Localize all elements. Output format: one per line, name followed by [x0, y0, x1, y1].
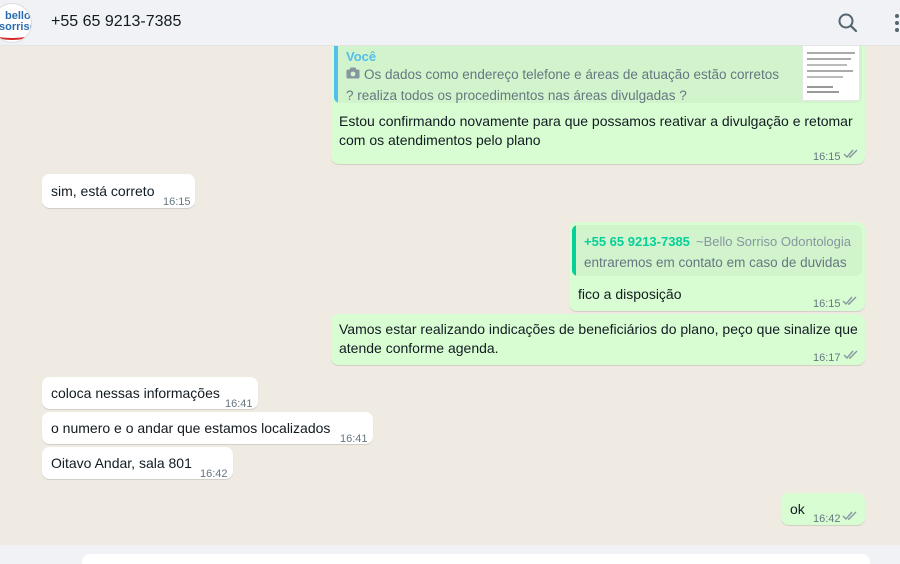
double-check-icon [842, 511, 857, 521]
message-outgoing[interactable]: Você Os dados como endereço telefone e á… [331, 46, 865, 164]
message-text: Vamos estar realizando indicações de ben… [339, 321, 858, 356]
quoted-message[interactable]: Você Os dados como endereço telefone e á… [334, 46, 862, 103]
quote-bar [572, 225, 576, 276]
message-text: coloca nessas informações [51, 385, 220, 401]
double-check-icon [843, 149, 858, 159]
message-outgoing[interactable]: ok 16:42 [781, 493, 865, 525]
message-input[interactable] [82, 554, 870, 564]
double-check-icon [843, 350, 858, 360]
message-text: Oitavo Andar, sala 801 [51, 455, 192, 471]
chat-area[interactable]: Você Os dados como endereço telefone e á… [0, 46, 900, 545]
message-time: 16:15 [163, 196, 191, 208]
quote-bar [334, 46, 338, 103]
message-text: fico a disposição [578, 286, 682, 302]
quote-thumbnail[interactable] [802, 46, 860, 101]
message-time: 16:17 [813, 352, 841, 364]
message-time: 16:41 [340, 433, 368, 445]
message-incoming[interactable]: coloca nessas informações 16:41 [42, 377, 258, 410]
message-incoming[interactable]: o numero e o andar que estamos localizad… [42, 412, 373, 445]
quoted-message[interactable]: +55 65 9213-7385 ~Bello Sorriso Odontolo… [572, 225, 862, 276]
search-icon[interactable] [836, 11, 860, 35]
message-composer [0, 545, 900, 564]
menu-dots-icon[interactable] [888, 11, 900, 35]
message-text: Estou confirmando novamente para que pos… [339, 113, 853, 148]
message-outgoing[interactable]: +55 65 9213-7385 ~Bello Sorriso Odontolo… [569, 222, 865, 311]
chat-header: bello sorriso +55 65 9213-7385 [0, 0, 900, 46]
avatar-logo-smile [0, 30, 29, 40]
message-text: ok [790, 501, 805, 517]
message-time: 16:42 [200, 468, 228, 480]
message-time: 16:15 [813, 151, 841, 163]
quote-author-suffix: ~Bello Sorriso Odontologia [696, 234, 852, 249]
message-time: 16:42 [813, 513, 841, 525]
quote-text: Os dados como endereço telefone e áreas … [346, 67, 780, 103]
quote-text: entraremos em contato em caso de duvidas [584, 255, 847, 270]
message-text: sim, está correto [51, 183, 155, 199]
contact-name[interactable]: +55 65 9213-7385 [51, 13, 181, 31]
double-check-icon [842, 296, 857, 306]
message-incoming[interactable]: Oitavo Andar, sala 801 16:42 [42, 447, 233, 480]
message-incoming[interactable]: sim, está correto 16:15 [42, 174, 195, 208]
quote-author: +55 65 9213-7385 [584, 234, 690, 249]
message-outgoing[interactable]: Vamos estar realizando indicações de ben… [331, 314, 865, 365]
contact-avatar[interactable]: bello sorriso [0, 3, 32, 43]
message-text: o numero e o andar que estamos localizad… [51, 420, 331, 436]
message-time: 16:15 [813, 298, 841, 310]
